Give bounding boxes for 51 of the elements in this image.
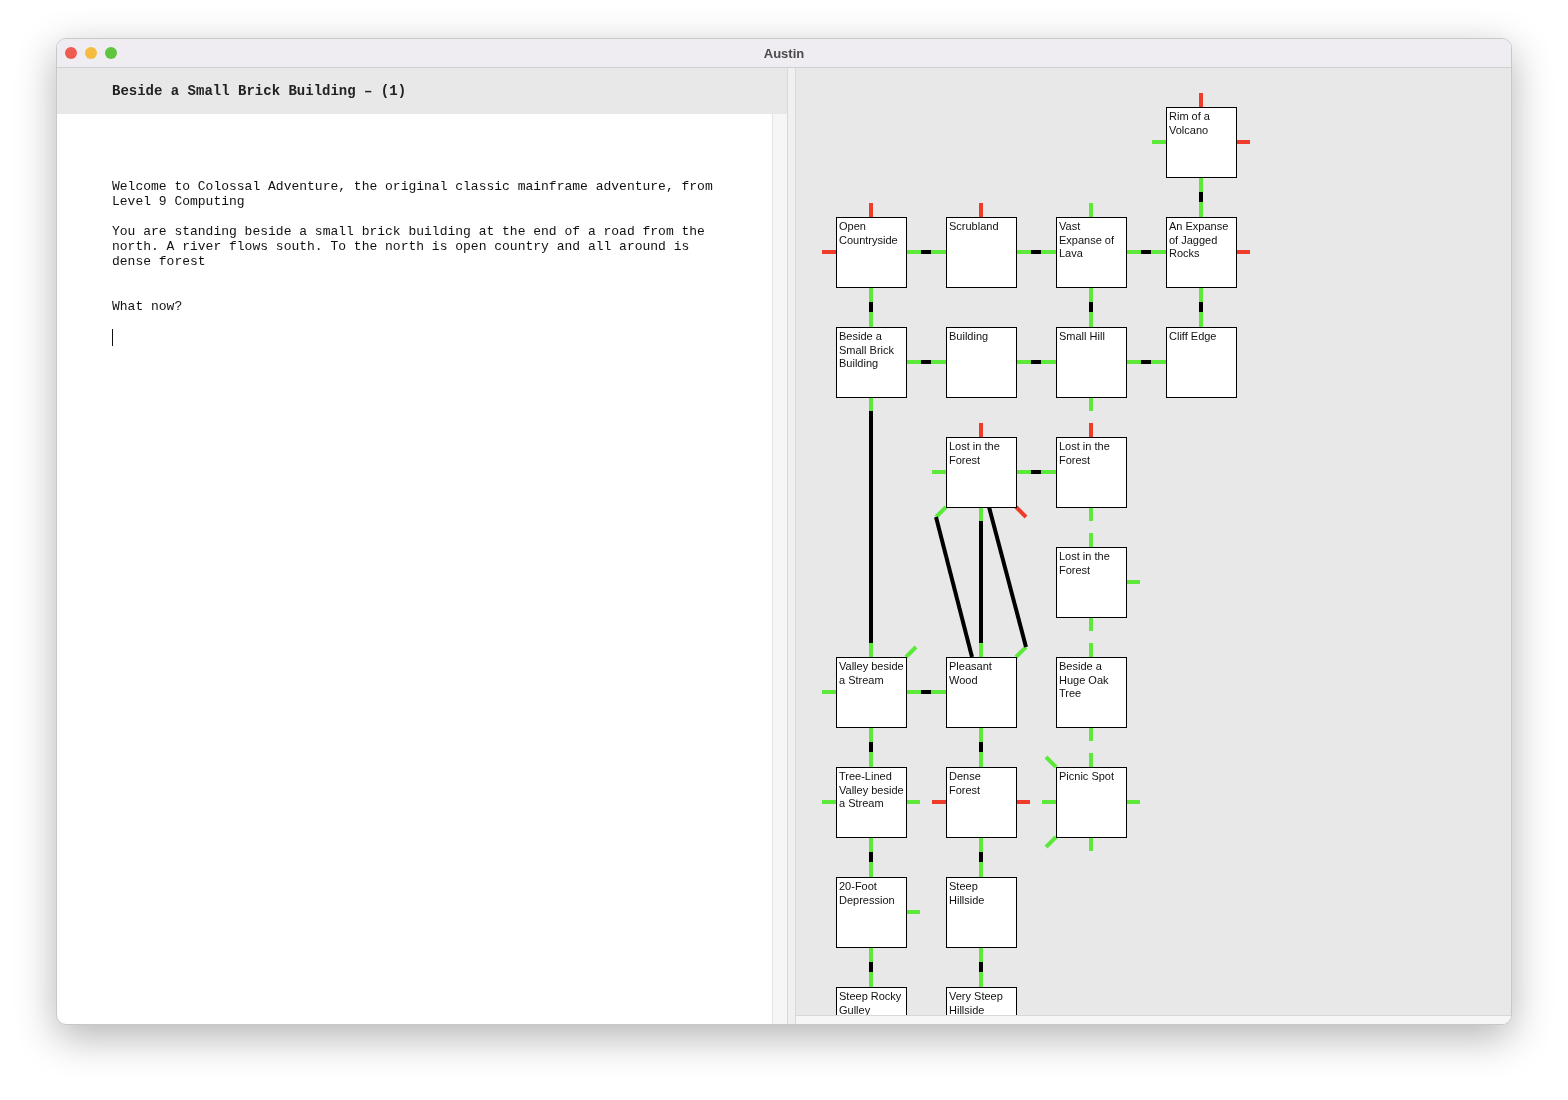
map-room[interactable]: Pleasant Wood — [946, 657, 1017, 728]
map-room[interactable]: Picnic Spot — [1056, 767, 1127, 838]
passage-connector — [1016, 360, 1056, 364]
close-button[interactable] — [65, 47, 77, 59]
passage-connector — [869, 837, 873, 877]
map-room[interactable]: Open Countryside — [836, 217, 907, 288]
passage-connector — [1199, 287, 1203, 327]
map-room[interactable]: Lost in the Forest — [1056, 547, 1127, 618]
passage-connector — [906, 690, 946, 694]
passage-connector — [1016, 470, 1056, 474]
map-room[interactable]: Beside a Small Brick Building — [836, 327, 907, 398]
story-paragraph: Welcome to Colossal Adventure, the original classic mainframe adventure, from Level 9 Computing — [112, 179, 714, 209]
zoom-button[interactable] — [105, 47, 117, 59]
passage-connector — [1126, 250, 1166, 254]
scrollbar[interactable] — [796, 1015, 1511, 1024]
passage-connector — [979, 727, 983, 767]
story-paragraph: You are standing beside a small brick building at the end of a road from the north. A river flows south. To the north is open country and all around is dense forest — [112, 224, 706, 269]
map-room[interactable]: Tree-Lined Valley beside a Stream — [836, 767, 907, 838]
map-room[interactable]: Scrubland — [946, 217, 1017, 288]
map-room[interactable]: Valley beside a Stream — [836, 657, 907, 728]
map-room[interactable]: Dense Forest — [946, 767, 1017, 838]
passage-connector — [979, 947, 983, 987]
map-room[interactable]: Building — [946, 327, 1017, 398]
map-room[interactable]: Beside a Huge Oak Tree — [1056, 657, 1127, 728]
input-prompt: What now? — [112, 299, 184, 314]
passage-connector — [906, 250, 946, 254]
location-heading: Beside a Small Brick Building – (1) — [57, 68, 787, 114]
map-room[interactable]: An Expanse of Jagged Rocks — [1166, 217, 1237, 288]
map-room[interactable]: Steep Rocky Gulley — [836, 987, 907, 1015]
map-room[interactable]: 20-Foot Depression — [836, 877, 907, 948]
passage-connector — [1126, 360, 1166, 364]
map-room[interactable]: Small Hill — [1056, 327, 1127, 398]
map-room[interactable]: Cliff Edge — [1166, 327, 1237, 398]
passage-connector — [869, 727, 873, 767]
map-room[interactable]: Steep Hillside — [946, 877, 1017, 948]
passage-connector — [1089, 287, 1093, 327]
passage-connector — [1016, 250, 1056, 254]
map-room[interactable]: Vast Expanse of Lava — [1056, 217, 1127, 288]
passage-connector — [1199, 177, 1203, 217]
map-room[interactable]: Very Steep Hillside — [946, 987, 1017, 1015]
text-cursor — [112, 329, 113, 346]
map-room[interactable]: Lost in the Forest — [946, 437, 1017, 508]
passage-connector — [906, 360, 946, 364]
scrollbar[interactable] — [772, 114, 787, 1024]
passage-connector — [869, 947, 873, 987]
passage-connector — [979, 837, 983, 877]
window-title: Austin — [763, 45, 805, 61]
passage-connector — [869, 287, 873, 327]
map-room[interactable]: Lost in the Forest — [1056, 437, 1127, 508]
map-room[interactable]: Rim of a Volcano — [1166, 107, 1237, 178]
minimize-button[interactable] — [85, 47, 97, 59]
